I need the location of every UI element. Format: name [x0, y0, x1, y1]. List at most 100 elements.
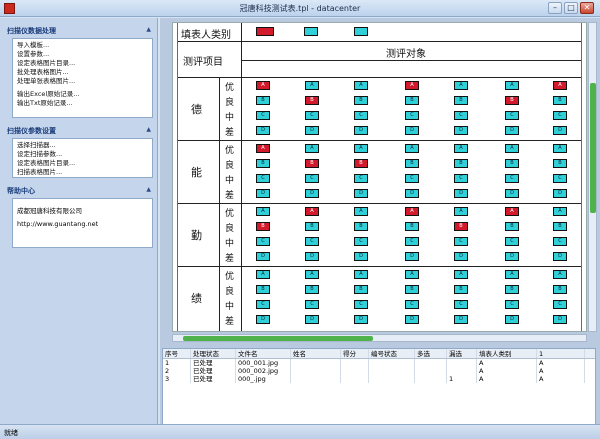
table-row[interactable]: 1 已处理 000_001.jpg A A: [163, 359, 595, 367]
table-cell: [291, 359, 341, 367]
status-text: 就绪: [4, 429, 18, 437]
column-header-filename[interactable]: 文件名: [236, 349, 291, 358]
form-image-view[interactable]: 填表人类别 测评项目 测评对象 德优AAAAAAA良BBBBBBB中CCCCCC…: [172, 22, 587, 332]
table-cell: [341, 367, 369, 375]
menu-item-scan-image-dir[interactable]: 设定表格图片目录...: [17, 159, 148, 168]
panel-header-scanner-data[interactable]: 扫描仪数据处理 ▲: [7, 26, 153, 37]
answer-bubble: B: [354, 159, 368, 168]
grade-label: 优: [225, 83, 235, 93]
scrollbar-thumb[interactable]: [183, 336, 373, 341]
group-label: 德: [191, 103, 202, 116]
table-cell: [291, 375, 341, 383]
answer-bubble: D: [405, 189, 419, 198]
menu-item-import-template[interactable]: 导入模板...: [17, 41, 148, 50]
column-header-code-status[interactable]: 编号状态: [369, 349, 415, 358]
menu-item-select-scanner[interactable]: 选择扫描器...: [17, 141, 148, 150]
column-header-fill-type[interactable]: 填表人类别: [477, 349, 537, 358]
menu-item-batch-process[interactable]: 批处理表格图片...: [17, 68, 148, 77]
scrollbar-thumb[interactable]: [590, 83, 596, 213]
answer-bubble: A: [305, 270, 319, 279]
table-cell: 1: [447, 375, 477, 383]
table-cell: [291, 367, 341, 375]
table-cell: 2: [163, 367, 191, 375]
group-label: 勤: [191, 229, 202, 242]
answer-bubble: B: [405, 96, 419, 105]
answer-bubble: D: [405, 315, 419, 324]
answer-bubble: A: [256, 81, 270, 90]
menu-item-export-excel[interactable]: 输出Excel原始记录...: [17, 90, 148, 99]
table-cell: A: [537, 359, 585, 367]
table-row[interactable]: 2 已处理 000_002.jpg A A: [163, 367, 595, 375]
grade-label: 差: [225, 128, 235, 138]
answer-bubble: C: [454, 300, 468, 309]
rule: [241, 60, 581, 61]
panel-header-scanner-settings[interactable]: 扫描仪参数设置 ▲: [7, 126, 153, 137]
rule: [178, 203, 581, 204]
horizontal-scrollbar[interactable]: [172, 334, 587, 342]
table-cell: A: [477, 375, 537, 383]
answer-bubble: D: [305, 252, 319, 261]
panel-header-help[interactable]: 帮助中心 ▲: [7, 186, 153, 197]
column-header-missing[interactable]: 漏选: [447, 349, 477, 358]
table-cell: 000_002.jpg: [236, 367, 291, 375]
collapse-icon[interactable]: ▲: [146, 186, 151, 193]
answer-bubble: D: [505, 126, 519, 135]
answer-bubble: B: [553, 285, 567, 294]
answer-bubble: C: [405, 237, 419, 246]
column-header-seq[interactable]: 序号: [163, 349, 191, 358]
table-cell: 已处理: [191, 359, 236, 367]
panel-help: 成都冠唐科技有限公司 http://www.guantang.net: [12, 198, 153, 248]
table-cell: [341, 359, 369, 367]
company-url[interactable]: http://www.guantang.net: [17, 220, 148, 229]
group-label: 绩: [191, 292, 202, 305]
rule: [178, 266, 581, 267]
answer-bubble: A: [256, 207, 270, 216]
answer-bubble: C: [454, 111, 468, 120]
answer-bubble: C: [256, 300, 270, 309]
collapse-icon[interactable]: ▲: [146, 26, 151, 33]
answer-bubble: A: [354, 207, 368, 216]
fill-type-option: [304, 27, 318, 36]
answer-bubble: B: [305, 96, 319, 105]
grade-label: 优: [225, 146, 235, 156]
answer-bubble: A: [354, 144, 368, 153]
answer-bubble: C: [405, 300, 419, 309]
column-header-status[interactable]: 处理状态: [191, 349, 236, 358]
fill-type-option: [256, 27, 274, 36]
close-button[interactable]: ✕: [580, 2, 594, 14]
minimize-button[interactable]: –: [548, 2, 562, 14]
answer-bubble: A: [553, 81, 567, 90]
table-row[interactable]: 3 已处理 000_.jpg 1 A A: [163, 375, 595, 383]
menu-item-process-single[interactable]: 处理单张表格图片...: [17, 77, 148, 86]
table-cell: [447, 359, 477, 367]
menu-item-scan-images[interactable]: 扫描表格图片...: [17, 168, 148, 177]
grade-label: 中: [225, 302, 235, 312]
rule: [241, 23, 242, 331]
answer-bubble: B: [305, 222, 319, 231]
panel-title: 帮助中心: [7, 187, 35, 195]
form-border-left: [177, 23, 178, 331]
answer-bubble: B: [505, 285, 519, 294]
table-cell: A: [477, 367, 537, 375]
collapse-icon[interactable]: ▲: [146, 126, 151, 133]
answer-bubble: A: [354, 270, 368, 279]
maximize-button[interactable]: □: [564, 2, 578, 14]
vertical-scrollbar[interactable]: [588, 22, 597, 332]
answer-bubble: C: [256, 174, 270, 183]
main-content: 填表人类别 测评项目 测评对象 德优AAAAAAA良BBBBBBB中CCCCCC…: [160, 18, 600, 439]
column-header-col-1[interactable]: 1: [537, 349, 585, 358]
answer-bubble: C: [505, 300, 519, 309]
grade-label: 差: [225, 254, 235, 264]
column-header-name[interactable]: 姓名: [291, 349, 341, 358]
menu-item-export-txt[interactable]: 输出Txt原始记录...: [17, 99, 148, 108]
menu-item-set-image-dir[interactable]: 设定表格图片目录...: [17, 59, 148, 68]
table-cell: [415, 375, 447, 383]
panel-title: 扫描仪参数设置: [7, 127, 56, 135]
grade-label: 优: [225, 209, 235, 219]
answer-bubble: C: [256, 237, 270, 246]
menu-item-set-params[interactable]: 设置参数...: [17, 50, 148, 59]
column-header-score[interactable]: 得分: [341, 349, 369, 358]
answer-bubble: A: [305, 207, 319, 216]
menu-item-scan-params[interactable]: 设定扫描参数...: [17, 150, 148, 159]
column-header-multi[interactable]: 多选: [415, 349, 447, 358]
